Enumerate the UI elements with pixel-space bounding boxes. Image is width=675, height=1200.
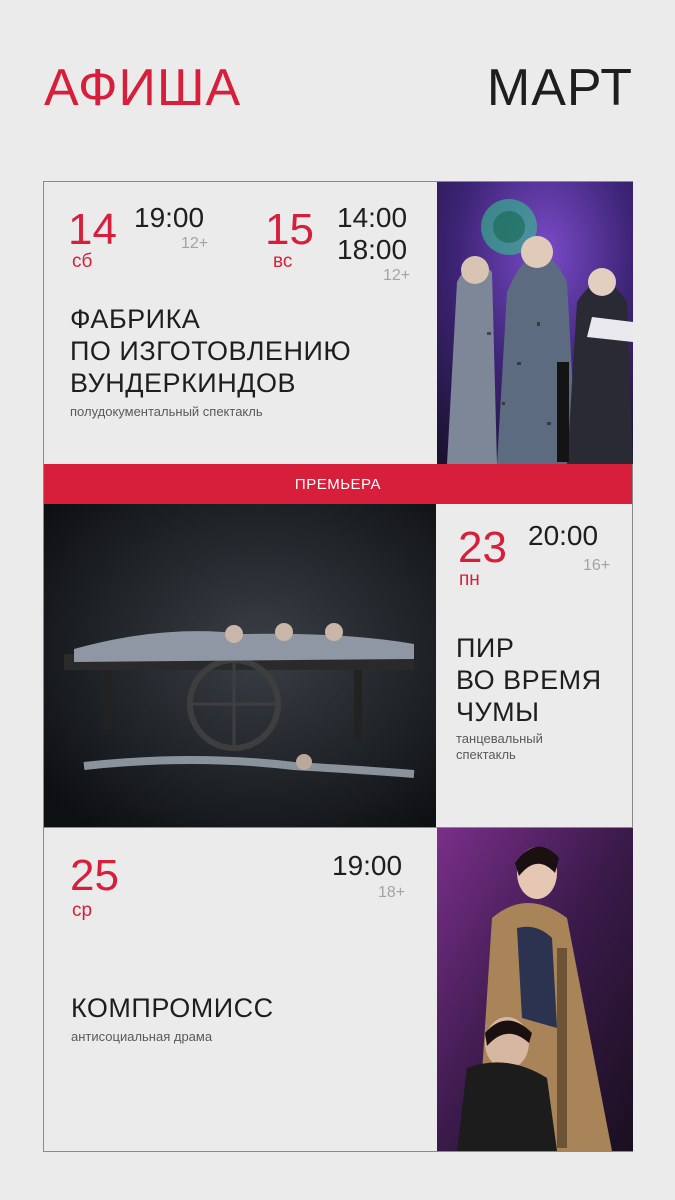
event-photo-fabrika xyxy=(437,182,633,464)
age-rating: 12+ xyxy=(383,267,411,284)
event-photo-pir xyxy=(44,504,436,827)
event-card-kompromiss[interactable]: 25 ср 19:00 18+ КОМПРОМИСС антисоциальна… xyxy=(44,828,436,1151)
event-title: ФАБРИКА ПО ИЗГОТОВЛЕНИЮ ВУНДЕРКИНДОВ xyxy=(70,304,352,398)
header-title: АФИША xyxy=(44,59,242,117)
event-time: 19:00 xyxy=(332,850,403,881)
premiere-label: ПРЕМЬЕРА xyxy=(294,475,382,493)
event-genre: антисоциальная драма xyxy=(71,1029,213,1044)
event-date-weekday: ср xyxy=(72,900,93,921)
event-title: ПИР ВО ВРЕМЯ ЧУМЫ xyxy=(456,633,602,727)
event-date-day: 23 xyxy=(458,523,507,572)
event-time: 20:00 xyxy=(528,520,599,551)
event-card-pir[interactable]: 23 пн 20:00 16+ ПИР ВО ВРЕМЯ ЧУМЫ танцев… xyxy=(437,504,633,827)
event-title: КОМПРОМИСС xyxy=(71,993,274,1023)
header-month: МАРТ xyxy=(486,59,633,117)
poster-grid: 14 сб 19:00 12+ 15 вс 14:00 18:00 12+ ФА… xyxy=(43,181,633,1152)
age-rating: 12+ xyxy=(181,235,209,252)
event-date-weekday: сб xyxy=(72,251,93,272)
event-date-day: 25 xyxy=(70,851,119,900)
event-card-fabrika[interactable]: 14 сб 19:00 12+ 15 вс 14:00 18:00 12+ ФА… xyxy=(44,182,436,464)
event-date-weekday: пн xyxy=(459,569,480,590)
event-date-day: 15 xyxy=(265,205,314,254)
event-date-weekday: вс xyxy=(273,251,293,272)
event-photo-kompromiss xyxy=(437,828,633,1151)
event-genre: танцевальный спектакль xyxy=(456,731,543,762)
event-time: 19:00 xyxy=(134,202,205,233)
age-rating: 16+ xyxy=(583,557,611,574)
event-genre: полудокументальный спектакль xyxy=(70,404,263,419)
age-rating: 18+ xyxy=(378,884,406,901)
event-time: 18:00 xyxy=(337,234,408,265)
event-time: 14:00 xyxy=(337,202,408,233)
premiere-badge: ПРЕМЬЕРА xyxy=(44,464,632,504)
event-date-day: 14 xyxy=(68,205,117,254)
